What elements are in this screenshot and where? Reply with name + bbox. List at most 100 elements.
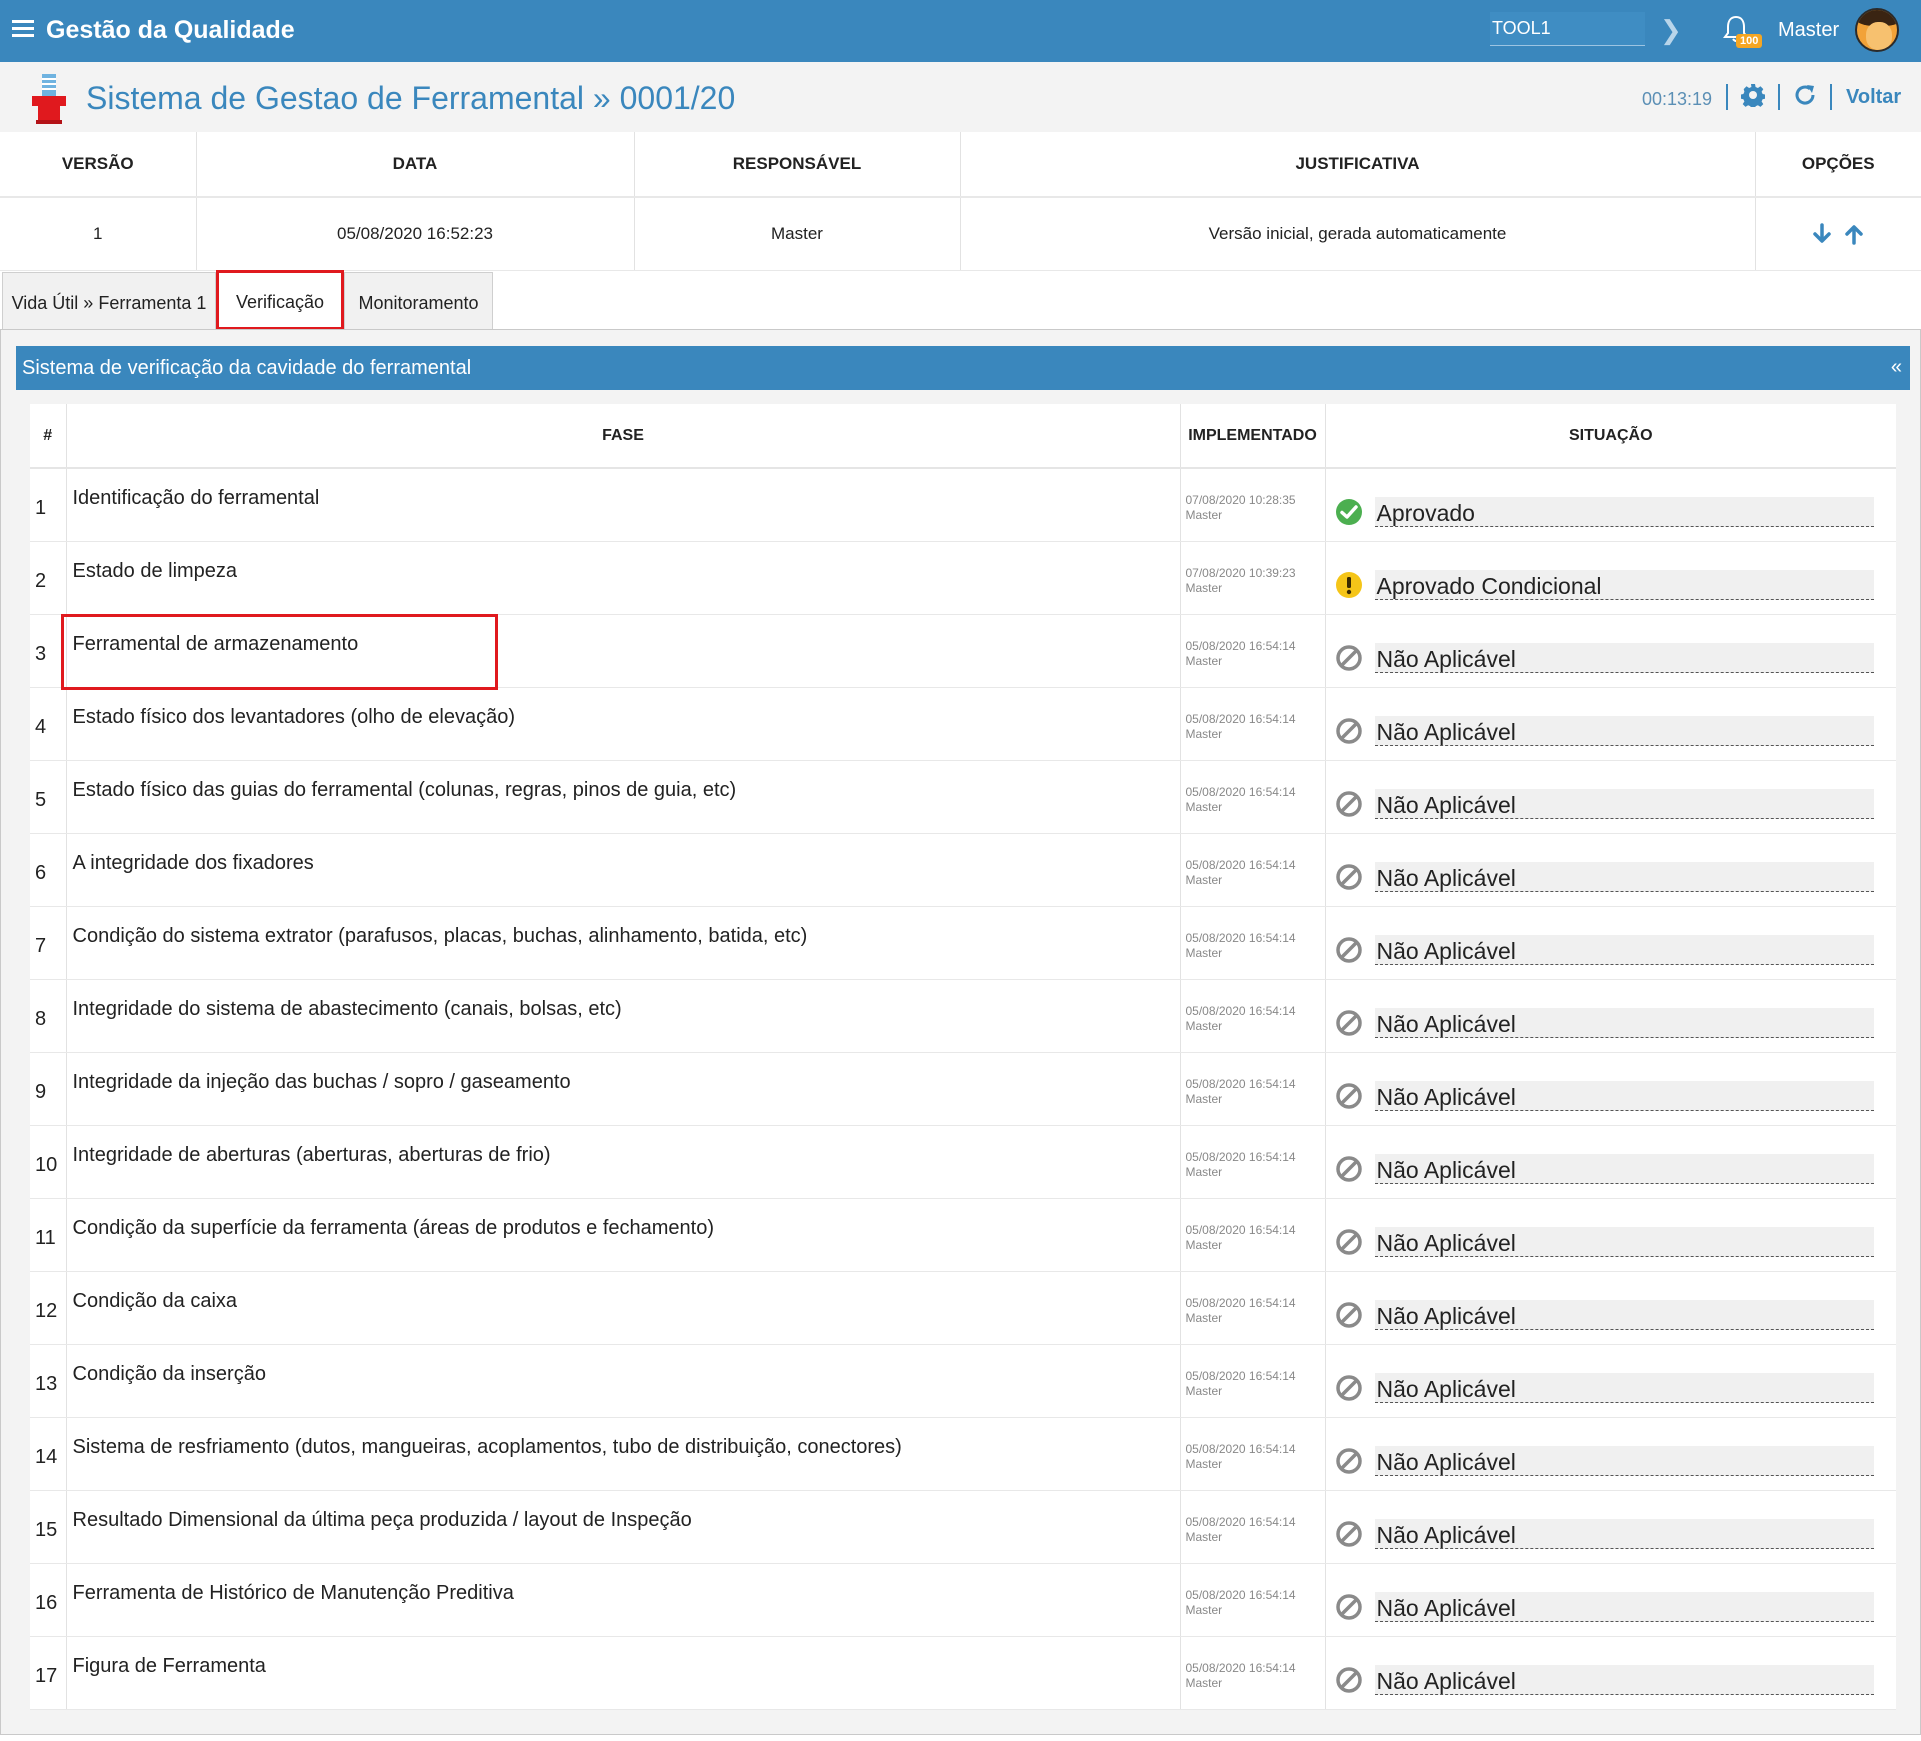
arrow-down-icon[interactable]: [1811, 223, 1833, 245]
implemented-date: 05/08/2020 16:54:14: [1185, 638, 1296, 653]
phase-name: Integridade do sistema de abastecimento …: [66, 979, 1181, 1053]
table-row: 16 Ferramenta de Histórico de Manutenção …: [30, 1563, 1896, 1637]
table-row: 1 05/08/2020 16:52:23 Master Versão inic…: [0, 197, 1921, 271]
status-cell: Não Aplicável: [1325, 1344, 1896, 1418]
implemented-cell: 05/08/2020 16:54:14 Master: [1180, 760, 1326, 834]
row-number: 16: [30, 1563, 67, 1637]
table-row: 8 Integridade do sistema de abastecimento…: [30, 979, 1896, 1053]
implemented-cell: 05/08/2020 16:54:14 Master: [1180, 1636, 1326, 1710]
implemented-cell: 05/08/2020 16:54:14 Master: [1180, 1271, 1326, 1345]
refresh-icon[interactable]: [1793, 83, 1817, 107]
implemented-user: Master: [1185, 580, 1223, 595]
status-select[interactable]: Não Aplicável: [1374, 934, 1874, 965]
status-select[interactable]: Não Aplicável: [1374, 861, 1874, 892]
status-select[interactable]: Aprovado Condicional: [1374, 569, 1874, 600]
implemented-cell: 05/08/2020 16:54:14 Master: [1180, 1417, 1326, 1491]
status-select[interactable]: Não Aplicável: [1374, 1153, 1874, 1184]
tool-logo-icon: [32, 74, 66, 124]
status-cell: Não Aplicável: [1325, 1198, 1896, 1272]
hamburger-menu-icon[interactable]: [12, 20, 34, 38]
ban-icon: [1335, 1301, 1362, 1328]
status-select[interactable]: Não Aplicável: [1374, 1445, 1874, 1476]
notification-badge: 100: [1736, 34, 1763, 48]
ban-icon: [1335, 790, 1362, 817]
table-row: 1 Identificação do ferramental 07/08/2020 …: [30, 468, 1896, 542]
status-select[interactable]: Não Aplicável: [1374, 715, 1874, 746]
status-select[interactable]: Não Aplicável: [1374, 1372, 1874, 1403]
ban-icon: [1335, 936, 1362, 963]
user-name[interactable]: Master: [1778, 19, 1839, 42]
row-number: 9: [30, 1052, 67, 1126]
status-cell: Não Aplicável: [1325, 1636, 1896, 1710]
implemented-user: Master: [1185, 1237, 1223, 1252]
implemented-user: Master: [1185, 1091, 1223, 1106]
implemented-date: 05/08/2020 16:54:14: [1185, 711, 1296, 726]
implemented-cell: 05/08/2020 16:54:14 Master: [1180, 1490, 1326, 1564]
ban-icon: [1335, 1520, 1362, 1547]
status-cell: Não Aplicável: [1325, 1563, 1896, 1637]
implemented-date: 07/08/2020 10:39:23: [1185, 565, 1296, 580]
status-cell: Não Aplicável: [1325, 1271, 1896, 1345]
gear-icon[interactable]: [1741, 83, 1765, 107]
status-select[interactable]: Não Aplicável: [1374, 788, 1874, 819]
implemented-cell: 05/08/2020 16:54:14 Master: [1180, 687, 1326, 761]
table-row: 4 Estado físico dos levantadores (olho de…: [30, 687, 1896, 761]
status-cell: Não Aplicável: [1325, 687, 1896, 761]
phase-name: Ferramental de armazenamento: [66, 614, 1181, 688]
row-number: 7: [30, 906, 67, 980]
phase-name: Resultado Dimensional da última peça pro…: [66, 1490, 1181, 1564]
divider: [1778, 84, 1780, 110]
table-row: 2 Estado de limpeza 07/08/2020 10:39:23 Mas…: [30, 541, 1896, 615]
phase-name: Condição da inserção: [66, 1344, 1181, 1418]
implemented-date: 05/08/2020 16:54:14: [1185, 1660, 1296, 1675]
implemented-cell: 07/08/2020 10:39:23 Master: [1180, 541, 1326, 615]
status-select[interactable]: Não Aplicável: [1374, 1226, 1874, 1257]
verification-table: # FASE IMPLEMENTADO SITUAÇÃO 1 Identifica…: [30, 404, 1896, 1710]
chevron-right-icon[interactable]: ❯: [1660, 15, 1682, 46]
date-cell: 05/08/2020 16:52:23: [196, 197, 635, 271]
justification-cell: Versão inicial, gerada automaticamente: [960, 197, 1756, 271]
column-header-date: DATA: [196, 132, 635, 198]
implemented-cell: 05/08/2020 16:54:14 Master: [1180, 906, 1326, 980]
implemented-date: 05/08/2020 16:54:14: [1185, 1295, 1296, 1310]
implemented-date: 05/08/2020 16:54:14: [1185, 1514, 1296, 1529]
avatar[interactable]: [1855, 8, 1899, 52]
tool-search-input[interactable]: [1490, 12, 1645, 46]
implemented-user: Master: [1185, 726, 1223, 741]
status-select[interactable]: Não Aplicável: [1374, 1591, 1874, 1622]
phase-name: Estado físico dos levantadores (olho de …: [66, 687, 1181, 761]
implemented-cell: 05/08/2020 16:54:14 Master: [1180, 833, 1326, 907]
status-select[interactable]: Aprovado: [1374, 497, 1874, 527]
row-number: 1: [30, 468, 67, 542]
implemented-user: Master: [1185, 1529, 1223, 1544]
column-header-phase: FASE: [66, 404, 1181, 469]
verification-panel: Sistema de verificação da cavidade do fe…: [0, 329, 1921, 1735]
tab-monitoramento[interactable]: Monitoramento: [344, 272, 493, 330]
status-cell: Não Aplicável: [1325, 833, 1896, 907]
row-number: 3: [30, 614, 67, 688]
implemented-cell: 05/08/2020 16:54:14 Master: [1180, 979, 1326, 1053]
arrow-up-icon[interactable]: [1843, 223, 1865, 245]
status-select[interactable]: Não Aplicável: [1374, 642, 1874, 673]
table-row: 13 Condição da inserção 05/08/2020 16:54:1…: [30, 1344, 1896, 1418]
back-link[interactable]: Voltar: [1846, 86, 1901, 109]
collapse-icon[interactable]: «: [1891, 356, 1902, 379]
row-number: 5: [30, 760, 67, 834]
status-select[interactable]: Não Aplicável: [1374, 1007, 1874, 1038]
phase-name: Integridade de aberturas (aberturas, abe…: [66, 1125, 1181, 1199]
tab-verificacao[interactable]: Verificação: [216, 270, 344, 330]
status-select[interactable]: Não Aplicável: [1374, 1080, 1874, 1111]
ban-icon: [1335, 1228, 1362, 1255]
status-select[interactable]: Não Aplicável: [1374, 1664, 1874, 1695]
implemented-cell: 05/08/2020 16:54:14 Master: [1180, 1125, 1326, 1199]
phase-name: Integridade da injeção das buchas / sopr…: [66, 1052, 1181, 1126]
row-number: 12: [30, 1271, 67, 1345]
implemented-date: 05/08/2020 16:54:14: [1185, 1368, 1296, 1383]
status-select[interactable]: Não Aplicável: [1374, 1299, 1874, 1330]
implemented-date: 05/08/2020 16:54:14: [1185, 930, 1296, 945]
tab-vida-util[interactable]: Vida Útil » Ferramenta 1: [2, 272, 216, 330]
implemented-date: 05/08/2020 16:54:14: [1185, 1587, 1296, 1602]
status-cell: Aprovado Condicional: [1325, 541, 1896, 615]
status-select[interactable]: Não Aplicável: [1374, 1518, 1874, 1549]
session-timer: 00:13:19: [1642, 89, 1713, 109]
